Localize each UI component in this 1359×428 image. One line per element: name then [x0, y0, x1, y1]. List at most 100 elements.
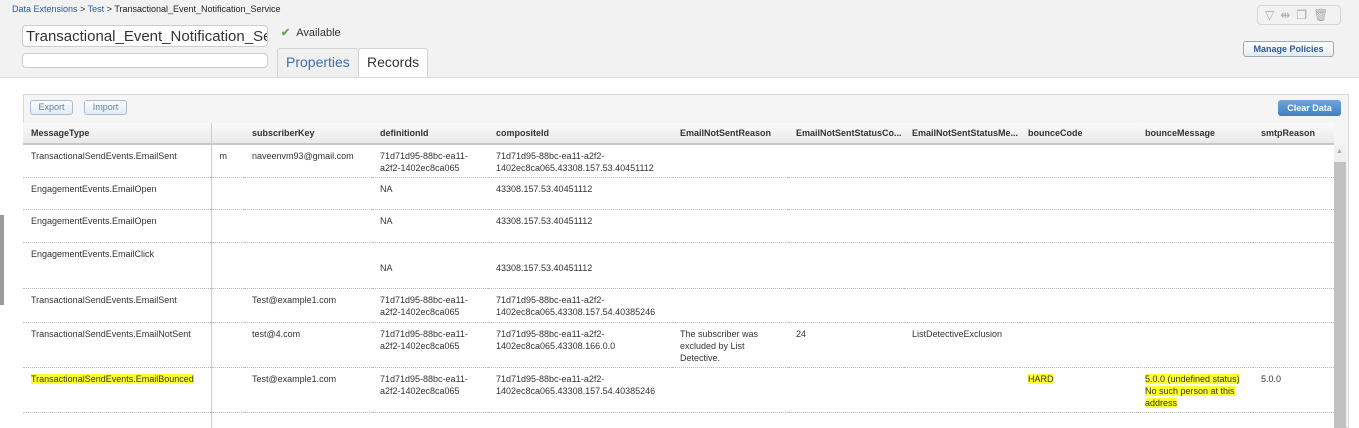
table-cell: [1020, 242, 1137, 289]
table-cell: [211, 288, 244, 323]
toolbar-icons: ▽ ⇹ ❐ 🗑: [1257, 5, 1341, 25]
cell-text: 71d71d95-88bc-ea11-a2f2-1402ec8ca065: [380, 294, 468, 317]
column-header[interactable]: bounceMessage: [1137, 123, 1253, 145]
column-header[interactable]: bounceCode: [1020, 123, 1137, 145]
table-cell: [488, 412, 672, 428]
breadcrumb-data-extensions[interactable]: Data Extensions: [12, 4, 78, 14]
table-row[interactable]: EngagementEvents.EmailClick NA 43308.157.5…: [23, 242, 1334, 289]
column-header[interactable]: definitionId: [372, 123, 488, 145]
cell-text: 43308.157.53.40451112: [496, 183, 593, 194]
table-cell: EngagementEvents.EmailOpen: [23, 177, 212, 210]
table-cell: [1020, 322, 1137, 368]
table-cell: [244, 242, 372, 289]
table-row[interactable]: TransactionalSendEvents.EmailNotSent test…: [23, 322, 1334, 368]
table-cell: 5.0.0: [1253, 367, 1334, 413]
cell-text: TransactionalSendEvents.EmailNotSent: [31, 328, 191, 339]
columns-icon[interactable]: ⇹: [1280, 8, 1290, 22]
table-cell: 71d71d95-88bc-ea11-a2f2-1402ec8ca065: [372, 144, 488, 178]
table-cell: [904, 288, 1020, 323]
vertical-scrollbar[interactable]: ▲: [1334, 145, 1346, 428]
table-cell: [1137, 412, 1253, 428]
table-cell: m: [211, 144, 244, 178]
table-cell: [1020, 288, 1137, 323]
cell-text: naveenvm93@gmail.com: [252, 151, 354, 161]
column-header[interactable]: [211, 123, 244, 145]
table-row[interactable]: EngagementEvents.EmailOpen NA 43308.157.53…: [23, 209, 1334, 243]
table-row[interactable]: TransactionalSendEvents.EmailBounced Test…: [23, 367, 1334, 413]
column-header[interactable]: EmailNotSentStatusMe...: [904, 123, 1020, 145]
column-header[interactable]: compositeId: [488, 123, 672, 145]
table-cell: [1253, 144, 1334, 178]
cell-text: 5.0.0 (undefined status) No such person …: [1145, 373, 1240, 408]
table-cell: [904, 177, 1020, 210]
cell-text: TransactionalSendEvents.EmailSent: [31, 151, 177, 161]
table-cell: [244, 209, 372, 243]
panel-resize-handle[interactable]: [0, 215, 4, 305]
clear-data-button[interactable]: Clear Data: [1278, 100, 1341, 116]
table-row[interactable]: EngagementEvents.EmailOpen NA 43308.157.53…: [23, 177, 1334, 210]
table-cell: HARD: [1020, 367, 1137, 413]
manage-policies-button[interactable]: Manage Policies: [1243, 41, 1334, 57]
table-cell: 71d71d95-88bc-ea11-a2f2-1402ec8ca065.433…: [488, 367, 672, 413]
table-cell: Test@example1.com: [244, 367, 372, 413]
table-cell: 24: [788, 322, 904, 368]
column-header[interactable]: EmailNotSentStatusCo...: [788, 123, 904, 145]
table-cell: [904, 367, 1020, 413]
column-header[interactable]: MessageType: [23, 123, 212, 145]
table-cell: [211, 177, 244, 210]
cell-text: 5.0.0: [1261, 373, 1282, 384]
cell-text: NA: [380, 183, 393, 194]
table-cell: [904, 144, 1020, 178]
table-cell: [904, 412, 1020, 428]
tab-properties[interactable]: Properties: [277, 48, 359, 77]
scrollbar-thumb[interactable]: [1334, 162, 1346, 428]
breadcrumb-test[interactable]: Test: [88, 4, 105, 14]
table-cell: 71d71d95-88bc-ea11-a2f2-1402ec8ca065: [372, 322, 488, 368]
table-cell: 71d71d95-88bc-ea11-a2f2-1402ec8ca065: [372, 288, 488, 323]
cell-text: TransactionalSendEvents.EmailBounced: [31, 373, 194, 384]
table-cell: 43308.157.53.40451112: [488, 242, 672, 289]
table-cell: test@4.com: [244, 322, 372, 368]
cell-text: 71d71d95-88bc-ea11-a2f2-1402ec8ca065.433…: [496, 373, 656, 396]
cell-text: 43308.157.53.40451112: [496, 215, 593, 226]
cell-text: EngagementEvents.EmailClick: [31, 248, 155, 259]
cell-text: 43308.157.53.40451112: [496, 262, 593, 273]
status-badge: ✔ Available: [281, 26, 341, 39]
cell-text: 71d71d95-88bc-ea11-a2f2-1402ec8ca065: [380, 373, 468, 396]
table-row[interactable]: [23, 412, 1334, 428]
table-cell: ListDetectiveExclusion: [904, 322, 1020, 368]
filter-icon[interactable]: ▽: [1265, 8, 1274, 22]
table-cell: [1137, 144, 1253, 178]
description-field[interactable]: [22, 53, 268, 68]
export-button[interactable]: Export: [30, 100, 73, 115]
column-header[interactable]: EmailNotSentReason: [672, 123, 788, 145]
table-cell: 71d71d95-88bc-ea11-a2f2-1402ec8ca065.433…: [488, 144, 672, 178]
cell-text: 71d71d95-88bc-ea11-a2f2-1402ec8ca065.433…: [496, 151, 654, 173]
table-row[interactable]: TransactionalSendEvents.EmailSent m naveen…: [23, 144, 1334, 178]
table-cell: 71d71d95-88bc-ea11-a2f2-1402ec8ca065.433…: [488, 322, 672, 368]
table-cell: NA: [372, 209, 488, 243]
table-cell: [1020, 144, 1137, 178]
copy-icon[interactable]: ❐: [1296, 8, 1307, 22]
import-button[interactable]: Import: [84, 100, 127, 115]
column-header[interactable]: subscriberKey: [244, 123, 372, 145]
column-header[interactable]: smtpReason: [1253, 123, 1334, 145]
table-row[interactable]: TransactionalSendEvents.EmailSent Test@ex…: [23, 288, 1334, 323]
table-cell: [1137, 288, 1253, 323]
breadcrumb-current: Transactional_Event_Notification_Service: [114, 4, 281, 14]
cell-text: 24: [796, 328, 807, 339]
cell-text: 71d71d95-88bc-ea11-a2f2-1402ec8ca065: [380, 151, 468, 173]
name-field[interactable]: Transactional_Event_Notification_Ser: [22, 25, 268, 47]
table-cell: [1253, 242, 1334, 289]
table-cell: [1137, 209, 1253, 243]
table-cell: [1137, 322, 1253, 368]
table-cell: [1137, 177, 1253, 210]
table-cell: [788, 177, 904, 210]
trash-icon[interactable]: 🗑: [1313, 8, 1328, 22]
scroll-up-icon[interactable]: ▲: [1336, 148, 1343, 155]
table-cell: 71d71d95-88bc-ea11-a2f2-1402ec8ca065: [372, 367, 488, 413]
table-cell: [1253, 288, 1334, 323]
cell-text: NA: [380, 262, 393, 273]
cell-text: 71d71d95-88bc-ea11-a2f2-1402ec8ca065: [380, 328, 468, 351]
tab-records[interactable]: Records: [358, 48, 429, 78]
